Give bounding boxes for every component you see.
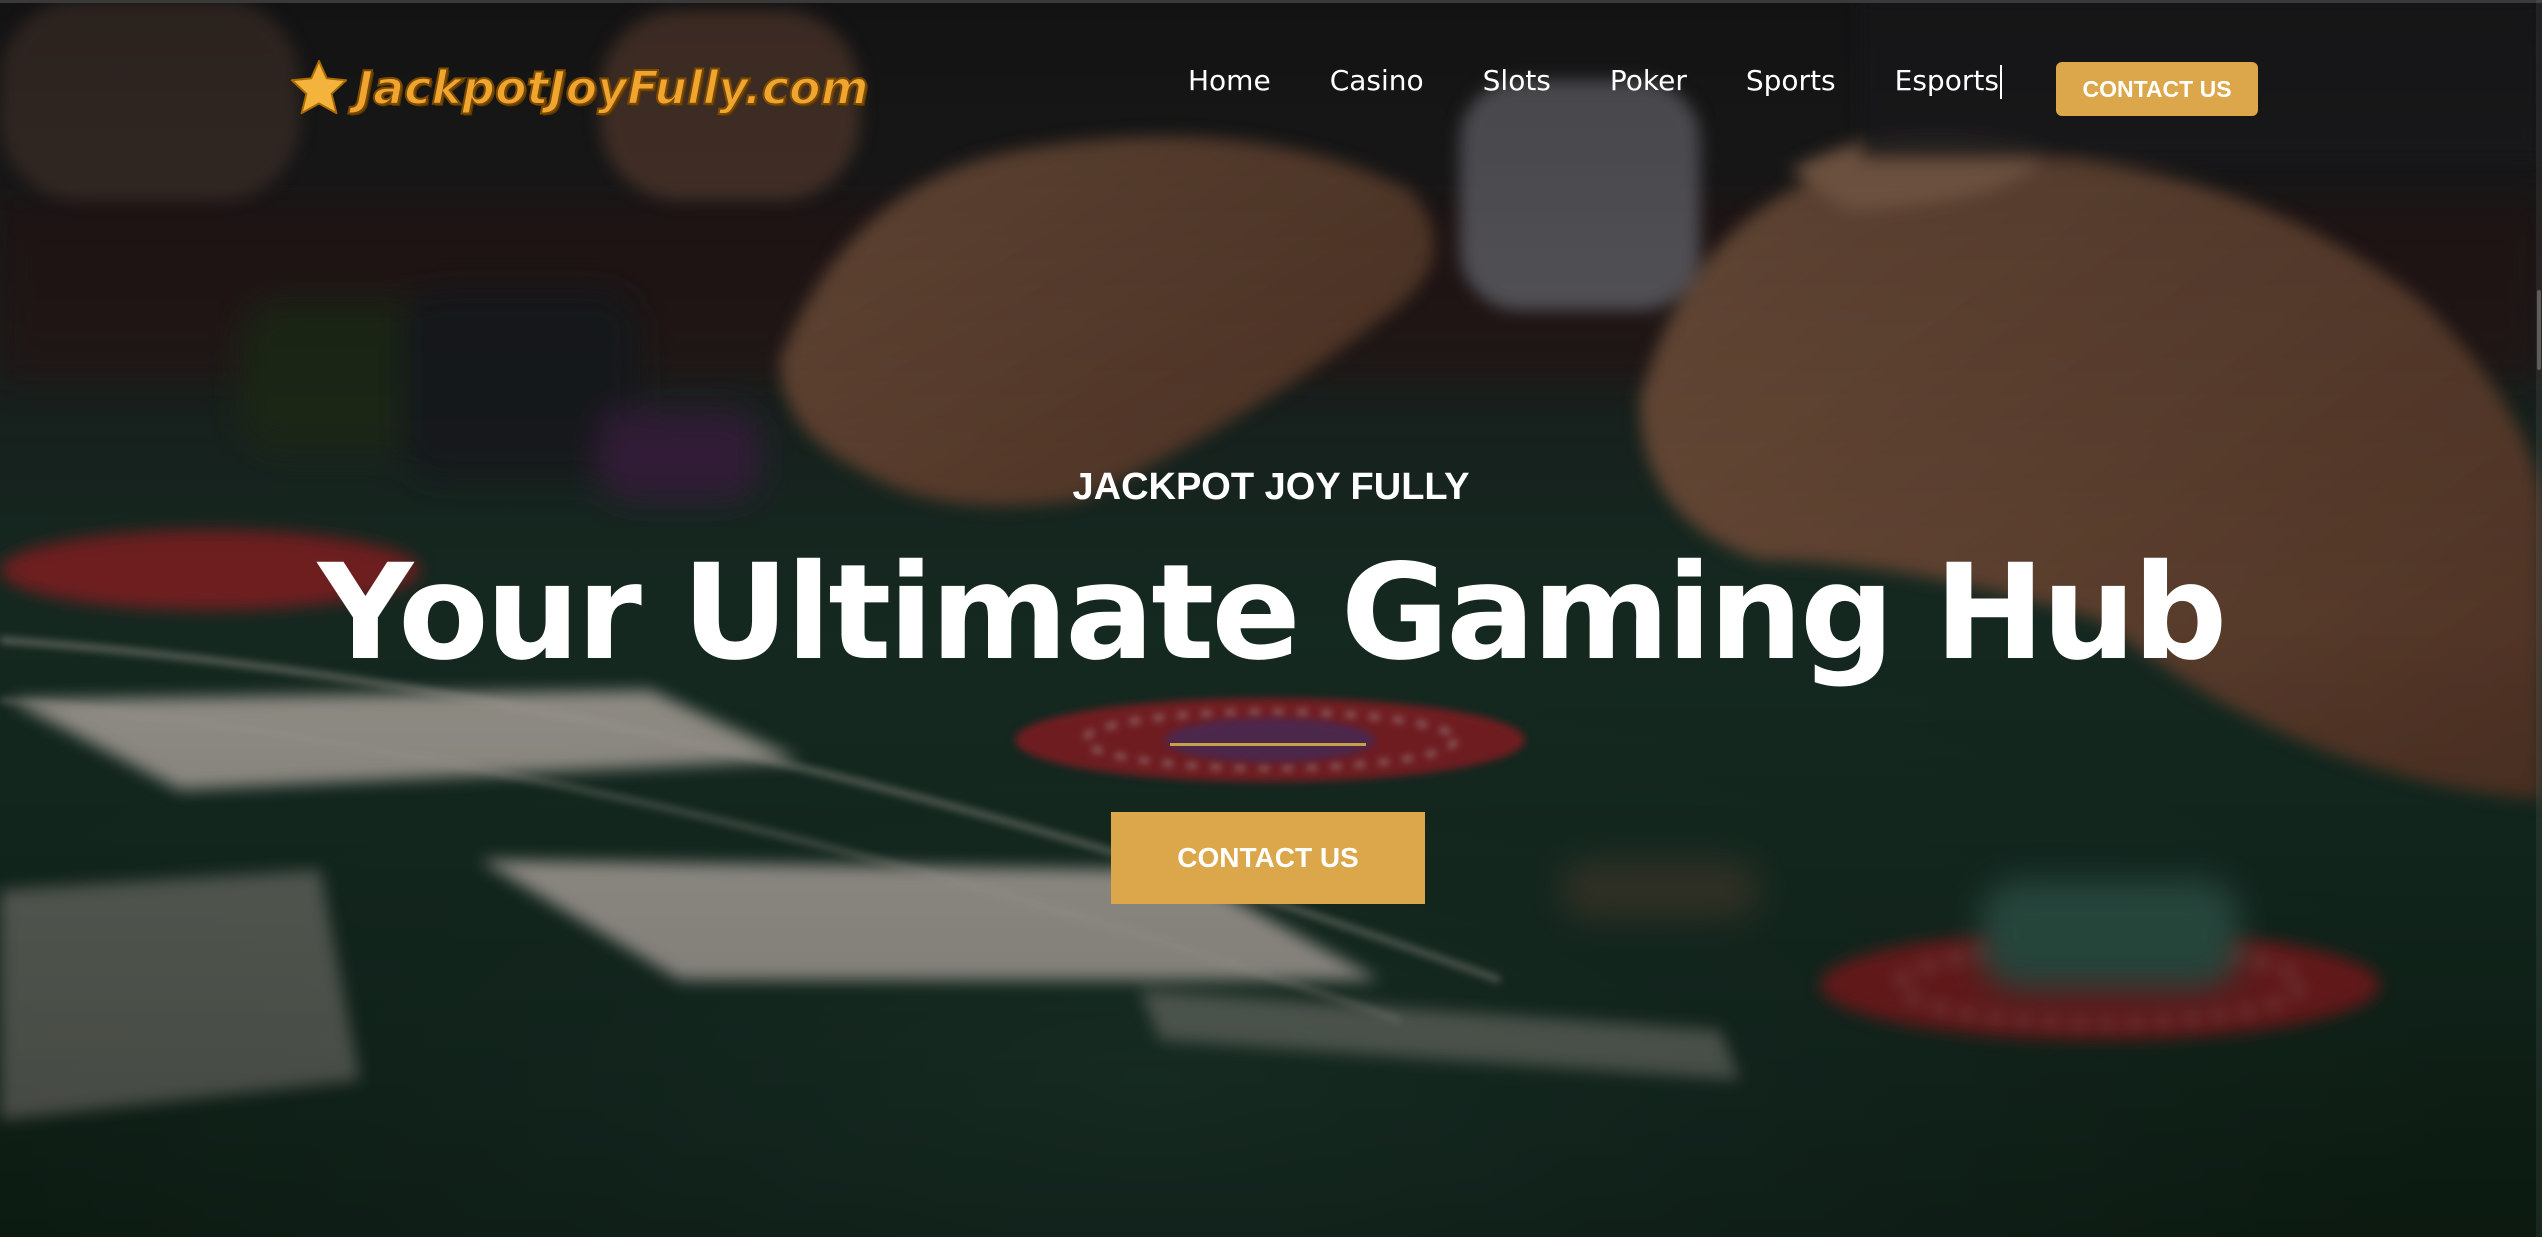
nav-item-sports[interactable]: Sports xyxy=(1746,64,1836,99)
nav-item-slots[interactable]: Slots xyxy=(1483,64,1551,99)
hero-contact-button[interactable]: CONTACT US xyxy=(1111,812,1425,904)
scrollbar-thumb[interactable] xyxy=(2537,290,2541,370)
nav-item-poker[interactable]: Poker xyxy=(1610,64,1687,99)
navbar: JackpotJoyFully.com Home Casino Slots Po… xyxy=(0,0,2542,176)
text-cursor xyxy=(1999,65,2002,99)
nav-item-home[interactable]: Home xyxy=(1188,64,1271,99)
hero-headline: Your Ultimate Gaming Hub xyxy=(317,536,2228,690)
logo-text: JackpotJoyFully.com xyxy=(355,60,870,116)
nav-item-esports[interactable]: Esports xyxy=(1895,64,2002,99)
nav-contact-button[interactable]: CONTACT US xyxy=(2056,62,2258,116)
nav-item-esports-label: Esports xyxy=(1894,64,1999,97)
hero-section: JackpotJoyFully.com Home Casino Slots Po… xyxy=(0,0,2542,1237)
hero-eyebrow: JACKPOT JOY FULLY xyxy=(1072,466,1470,508)
star-icon xyxy=(290,59,348,115)
main-nav: Home Casino Slots Poker Sports Esports xyxy=(1188,64,2002,99)
headline-accent-line xyxy=(1170,743,1366,746)
site-logo[interactable]: JackpotJoyFully.com xyxy=(288,50,870,126)
nav-item-casino[interactable]: Casino xyxy=(1330,64,1424,99)
